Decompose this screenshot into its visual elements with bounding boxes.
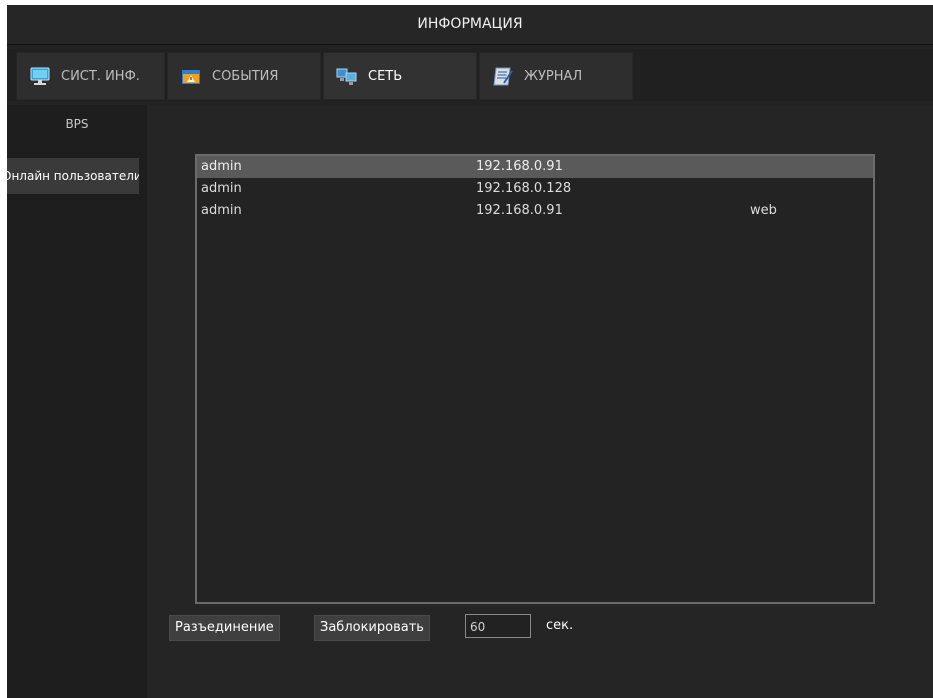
tab-bar: СИСТ. ИНФ. СОБЫТИЯ СЕТЬ ЖУРНАЛ (7, 49, 933, 101)
user-ip: 192.168.0.128 (476, 181, 572, 196)
tab-events[interactable]: СОБЫТИЯ (167, 52, 321, 100)
tab-label: СИСТ. ИНФ. (61, 68, 140, 84)
online-users-list[interactable]: admin 192.168.0.91 admin 192.168.0.128 a… (195, 154, 875, 604)
list-item[interactable]: admin 192.168.0.128 (197, 178, 873, 200)
log-icon (493, 67, 513, 86)
sidebar-item-online-users[interactable]: Онлайн пользователи (7, 158, 139, 194)
list-item[interactable]: admin 192.168.0.91 (197, 156, 873, 178)
tab-label: ЖУРНАЛ (524, 68, 583, 84)
block-seconds-input[interactable]: 60 (465, 614, 531, 638)
tab-label: СОБЫТИЯ (212, 68, 279, 84)
info-window: ИНФОРМАЦИЯ СИСТ. ИНФ. СОБЫТИЯ СЕТЬ ЖУРНА… (7, 5, 933, 698)
tab-log[interactable]: ЖУРНАЛ (479, 52, 633, 100)
user-ip: 192.168.0.91 (476, 203, 563, 218)
sidebar-item-bps[interactable]: BPS (7, 117, 147, 131)
tab-network[interactable]: СЕТЬ (323, 52, 477, 100)
block-button[interactable]: Заблокировать (314, 615, 430, 641)
tab-label: СЕТЬ (368, 68, 403, 84)
tab-system-info[interactable]: СИСТ. ИНФ. (16, 52, 165, 100)
window-title: ИНФОРМАЦИЯ (7, 5, 933, 45)
online-users-panel: admin 192.168.0.91 admin 192.168.0.128 a… (147, 105, 933, 698)
network-icon (336, 68, 357, 85)
list-item[interactable]: admin 192.168.0.91 web (197, 200, 873, 222)
monitor-icon (30, 67, 50, 85)
user-ip: 192.168.0.91 (476, 159, 563, 174)
user-name: admin (201, 181, 242, 196)
connection-type: web (750, 203, 777, 218)
seconds-unit-label: сек. (546, 618, 574, 633)
user-name: admin (201, 159, 242, 174)
user-name: admin (201, 203, 242, 218)
sidebar: BPS Онлайн пользователи (7, 105, 147, 698)
warning-icon (182, 70, 200, 84)
disconnect-button[interactable]: Разъединение (169, 615, 280, 641)
